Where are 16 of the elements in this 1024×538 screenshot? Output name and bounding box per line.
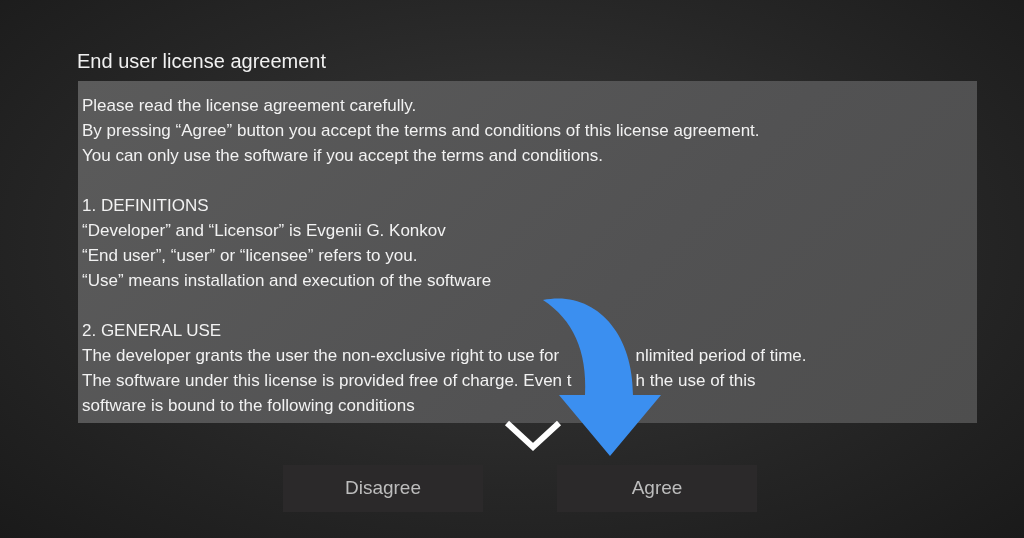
license-text-line: nlimited period of time. [635, 345, 807, 367]
license-text-line: 1. DEFINITIONS [82, 195, 209, 217]
license-text-line: The developer grants the user the non-exclusive right to use for [82, 345, 561, 367]
license-text-line: software is bound to the following conditions [82, 395, 415, 417]
license-text-line: You can only use the software if you accept the terms and conditions. [82, 145, 603, 167]
license-text-line: h the use of this [635, 370, 756, 392]
license-text-line: By pressing “Agree” button you accept the terms and conditions of this license agreement. [82, 120, 760, 142]
license-text-line: “Use” means installation and execution of the software [82, 270, 492, 292]
license-text-line: 2. GENERAL USE [82, 320, 222, 342]
license-text-line: “Developer” and “Licensor” is Evgenii G. Konkov [82, 220, 446, 242]
license-text-line: Please read the license agreement carefully. [82, 95, 417, 117]
license-text-line: “End user”, “user” or “licensee” refers to you. [82, 245, 418, 267]
dialog-button[interactable]: Disagree [283, 465, 483, 512]
license-text-line: The software under this license is provided free of charge. Even t [82, 370, 572, 392]
dialog-button[interactable]: Agree [557, 465, 757, 512]
dialog-title: End user license agreement [77, 49, 328, 74]
